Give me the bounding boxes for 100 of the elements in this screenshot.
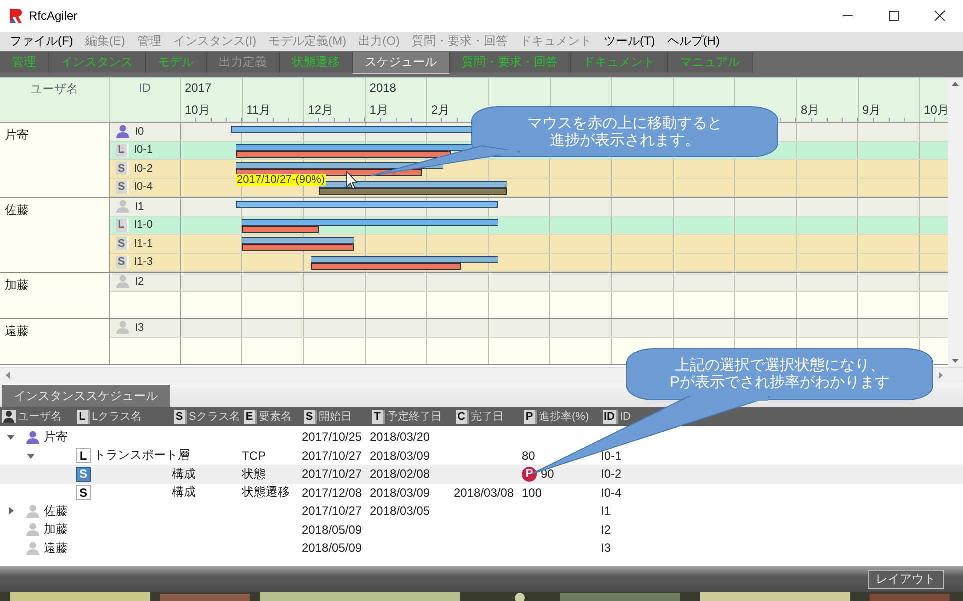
expand-arrow-icon[interactable] bbox=[7, 507, 15, 516]
table-cell-text: 構成 bbox=[172, 466, 197, 483]
table-cell-text: I3 bbox=[601, 541, 612, 556]
table-cell-text: 2018/03/08 bbox=[454, 486, 516, 500]
table-cell: 佐藤 bbox=[44, 502, 68, 520]
column-header[interactable]: 完了日 bbox=[471, 409, 504, 424]
month-label: 9月 bbox=[862, 102, 882, 119]
table-row[interactable]: 片寄 2017/10/25 2018/03/20 bbox=[0, 428, 963, 446]
table-cell-text: 2018/03/09 bbox=[370, 486, 432, 500]
month-label: 10月 bbox=[924, 102, 948, 119]
class-badge: S bbox=[116, 237, 129, 250]
column-header[interactable]: 開始日 bbox=[319, 409, 352, 424]
tab[interactable]: インスタンス bbox=[49, 52, 146, 73]
menu-item[interactable]: ヘルプ(H) bbox=[661, 33, 726, 50]
tab[interactable]: マニュアル bbox=[668, 52, 753, 73]
logo-icon bbox=[9, 8, 23, 24]
callout-text: 進捗が表示されます。 bbox=[550, 132, 700, 149]
tab[interactable]: 管理 bbox=[0, 52, 49, 73]
table-cell-text: 2018/05/09 bbox=[302, 522, 364, 537]
table-cell: 100 bbox=[522, 486, 542, 500]
table-row[interactable]: S 構成 状態遷移 2017/12/08 2018/03/09 2018/03/08 100 I0-4 bbox=[0, 484, 963, 502]
scroll-left-icon[interactable] bbox=[6, 372, 10, 379]
month-label: 10月 bbox=[185, 102, 210, 119]
table-cell-text: 2017/10/25 bbox=[302, 430, 364, 444]
month-label: 8月 bbox=[800, 102, 820, 119]
table-cell-text: 2018/05/09 bbox=[302, 541, 364, 556]
column-header[interactable]: Lクラス名 bbox=[92, 409, 142, 424]
scroll-right-icon[interactable] bbox=[939, 372, 943, 379]
tab[interactable]: 質問・要求・回答 bbox=[450, 52, 571, 73]
table-row[interactable]: L トランスポート層 TCP 2017/10/27 2018/03/09 80 I0-1 bbox=[0, 446, 963, 465]
column-badge: S bbox=[304, 410, 317, 424]
user-name: 佐藤 bbox=[0, 198, 110, 272]
table-cell-text: 2018/02/08 bbox=[370, 467, 432, 482]
class-badge: S bbox=[116, 256, 129, 269]
cursor-icon bbox=[346, 171, 358, 190]
instance-id: I1 bbox=[135, 200, 144, 213]
collapse-arrow-icon[interactable] bbox=[27, 452, 35, 460]
plan-bar[interactable] bbox=[242, 237, 354, 251]
table-cell-text: I2 bbox=[601, 522, 612, 537]
table-cell: トランスポート層 bbox=[94, 447, 190, 464]
table-row[interactable]: 佐藤 2017/10/27 2018/03/05 I1 bbox=[0, 502, 963, 520]
user-name: 加藤 bbox=[0, 273, 110, 318]
column-header[interactable]: 要素名 bbox=[259, 409, 292, 424]
table-cell: 遠藤 bbox=[44, 540, 68, 557]
tab[interactable]: 状態遷移 bbox=[280, 52, 353, 73]
tab[interactable]: モデル bbox=[146, 52, 207, 73]
instance-id: I0-2 bbox=[134, 162, 153, 175]
column-header[interactable]: ユーザ名 bbox=[18, 409, 62, 424]
table-cell-text: I0-2 bbox=[601, 467, 623, 482]
user-name: 片寄 bbox=[0, 123, 110, 197]
scroll-down-icon[interactable] bbox=[952, 359, 959, 363]
table-cell-text: 2018/03/05 bbox=[370, 504, 432, 518]
class-badge: L bbox=[76, 448, 91, 464]
user-icon bbox=[2, 410, 16, 423]
column-badge: E bbox=[244, 410, 257, 424]
column-header[interactable]: ID bbox=[620, 410, 631, 422]
instance-id: I0-1 bbox=[134, 144, 153, 156]
table-cell-text: I0-4 bbox=[601, 486, 623, 500]
tab[interactable]: スケジュール bbox=[353, 52, 450, 74]
column-header: ユーザ名 bbox=[30, 82, 78, 96]
close-icon[interactable] bbox=[934, 10, 946, 22]
table-row[interactable]: 遠藤 2018/05/09 I3 bbox=[0, 539, 963, 558]
table-cell-text: 状態 bbox=[242, 466, 267, 483]
menu-item[interactable]: ファイル(F) bbox=[4, 33, 80, 50]
column-badge: ID bbox=[603, 410, 618, 424]
column-header[interactable]: Sクラス名 bbox=[189, 409, 240, 424]
instance-id: I1-3 bbox=[134, 256, 153, 268]
class-badge: S bbox=[116, 180, 129, 194]
vertical-scrollbar[interactable] bbox=[948, 78, 963, 367]
column-badge: P bbox=[524, 410, 537, 424]
plan-bar[interactable] bbox=[311, 256, 498, 270]
table-cell: 片寄 bbox=[44, 428, 68, 446]
table-cell-text: 2018/03/09 bbox=[370, 448, 432, 463]
table-row[interactable]: 加藤 2018/05/09 I2 bbox=[0, 520, 963, 539]
instance-id: I3 bbox=[135, 322, 144, 334]
table-cell-text: 2017/10/27 bbox=[302, 504, 364, 518]
panel-tab[interactable]: インスタンススケジュール bbox=[2, 385, 170, 407]
month-label: 12月 bbox=[308, 102, 334, 119]
collapse-arrow-icon[interactable] bbox=[7, 433, 15, 442]
class-badge: S bbox=[76, 466, 91, 482]
month-label: 2月 bbox=[431, 102, 450, 119]
callout-text: Pが表示でされ捗率がわかります bbox=[670, 374, 890, 391]
table-cell-text: 2017/12/08 bbox=[302, 486, 364, 500]
table-cell-text: I1 bbox=[601, 504, 612, 518]
instance-id: I1-1 bbox=[134, 238, 153, 250]
callout-text: 上記の選択で選択状態になり、 bbox=[675, 357, 885, 374]
layout-button[interactable]: レイアウト bbox=[868, 570, 944, 588]
instance-id: I1-0 bbox=[134, 219, 153, 232]
column-header[interactable]: 予定終了日 bbox=[387, 409, 442, 424]
maximize-icon[interactable] bbox=[888, 10, 900, 22]
plan-bar[interactable] bbox=[242, 218, 498, 232]
column-header: ID bbox=[139, 81, 151, 95]
table-cell: 80 bbox=[522, 448, 536, 463]
scroll-up-icon[interactable] bbox=[952, 82, 959, 86]
table-cell: 加藤 bbox=[44, 521, 68, 538]
menu-item[interactable]: ツール(T) bbox=[598, 33, 662, 50]
user-name: 遠藤 bbox=[0, 319, 110, 364]
column-header[interactable]: 進捗率(%) bbox=[539, 409, 590, 424]
tab[interactable]: ドキュメント bbox=[571, 52, 668, 73]
column-badge: T bbox=[372, 410, 385, 424]
